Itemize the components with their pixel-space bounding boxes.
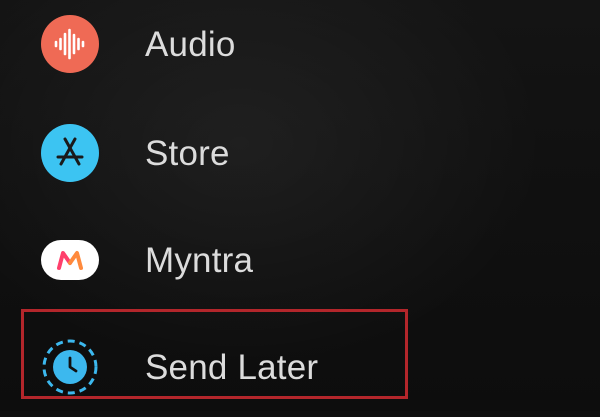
menu-item-send-later[interactable]: Send Later [0, 317, 600, 417]
menu-item-label: Myntra [145, 240, 254, 280]
clock-icon [41, 338, 99, 396]
menu-item-store[interactable]: Store [0, 103, 600, 203]
screen: Audio Store Myntra Send Later [0, 0, 600, 411]
menu-item-label: Store [145, 133, 230, 173]
menu-item-audio[interactable]: Audio [0, 0, 600, 94]
menu-item-label: Audio [145, 24, 236, 64]
menu-item-myntra[interactable]: Myntra [0, 210, 600, 310]
audio-waveform-icon [41, 15, 99, 73]
app-menu-list: Audio Store Myntra Send Later [0, 0, 600, 411]
menu-item-label: Send Later [145, 347, 319, 387]
app-store-icon [41, 124, 99, 182]
myntra-logo-icon [41, 231, 99, 289]
